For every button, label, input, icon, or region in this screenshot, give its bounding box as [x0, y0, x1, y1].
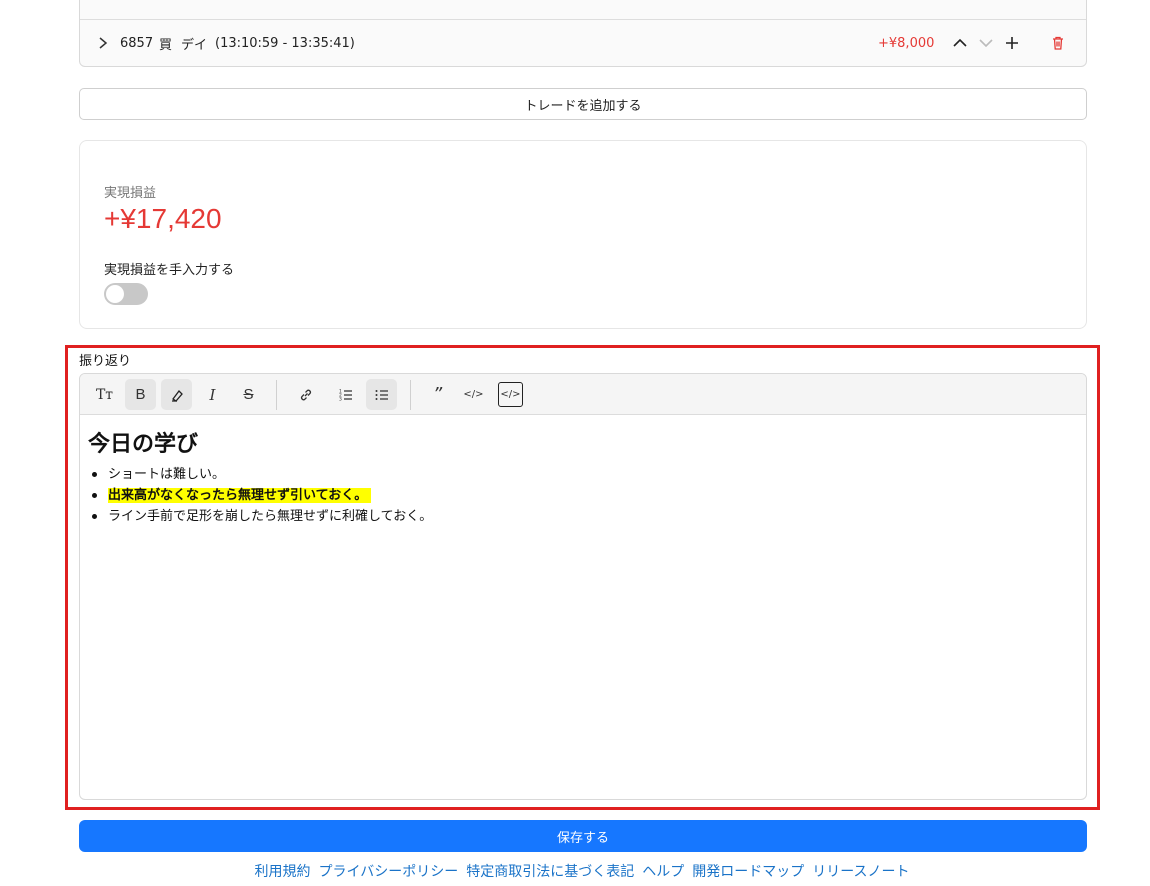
review-list: ショートは難しい。 出来高がなくなったら無理せず引いておく。 ライン手前で足形を…	[88, 464, 1078, 527]
chevron-down-icon[interactable]	[978, 35, 994, 51]
footer-link-commercial-law[interactable]: 特定商取引法に基づく表記	[466, 861, 634, 881]
bullet-list-icon	[375, 389, 388, 400]
toolbar-separator	[410, 380, 411, 410]
trade-pl: +¥8,000	[878, 36, 935, 51]
toolbar-separator	[276, 380, 277, 410]
trade-time: (13:10:59 - 13:35:41)	[215, 36, 355, 51]
bold-icon: B	[135, 386, 146, 403]
editor-toolbar: Tт B I S 123 ” </> </>	[80, 374, 1086, 415]
highlight-button[interactable]	[161, 379, 192, 410]
code-button[interactable]: </>	[458, 379, 489, 410]
trade-type: デイ	[181, 38, 208, 53]
text-size-icon: Tт	[95, 386, 114, 403]
realized-pl-card: 実現損益 +¥17,420 実現損益を手入力する	[79, 140, 1087, 329]
footer-links: 利用規約 プライバシーポリシー 特定商取引法に基づく表記 ヘルプ 開発ロードマッ…	[0, 861, 1150, 881]
realized-pl-value: +¥17,420	[104, 203, 222, 234]
chevron-right-icon[interactable]	[97, 36, 109, 50]
realized-pl-label: 実現損益	[104, 186, 157, 201]
strikethrough-icon: S	[243, 386, 254, 403]
list-item-text: ライン手前で足形を崩したら無理せずに利確しておく。	[108, 509, 433, 524]
list-item: ショートは難しい。	[88, 464, 1078, 485]
bold-button[interactable]: B	[125, 379, 156, 410]
quote-icon: ”	[432, 384, 443, 405]
code-icon: </>	[463, 389, 484, 400]
italic-button[interactable]: I	[197, 379, 228, 410]
manual-input-label: 実現損益を手入力する	[104, 263, 235, 278]
manual-input-toggle[interactable]	[104, 283, 148, 305]
review-heading: 今日の学び	[88, 432, 199, 457]
review-label: 振り返り	[79, 354, 132, 369]
footer-link-release-notes[interactable]: リリースノート	[812, 861, 909, 881]
trade-card: 6857 買 デイ (13:10:59 - 13:35:41) +¥8,000	[79, 0, 1087, 67]
trash-icon[interactable]	[1050, 35, 1066, 51]
ordered-list-button[interactable]: 123	[330, 379, 361, 410]
toggle-knob	[106, 285, 124, 303]
strikethrough-button[interactable]: S	[233, 379, 264, 410]
link-button[interactable]	[290, 379, 321, 410]
list-item: ライン手前で足形を崩したら無理せずに利確しておく。	[88, 506, 1078, 527]
ordered-list-icon: 123	[339, 388, 352, 402]
list-item-text: ショートは難しい。	[108, 467, 226, 482]
trade-row[interactable]: 6857 買 デイ (13:10:59 - 13:35:41) +¥8,000	[80, 20, 1086, 67]
highlighter-icon	[171, 389, 183, 402]
svg-text:3: 3	[339, 396, 342, 402]
bullet-list-button[interactable]	[366, 379, 397, 410]
save-button[interactable]: 保存する	[79, 820, 1087, 852]
link-icon	[300, 389, 311, 400]
code-block-button[interactable]: </>	[498, 382, 523, 407]
footer-link-help[interactable]: ヘルプ	[642, 861, 684, 881]
chevron-up-icon[interactable]	[952, 35, 968, 51]
trade-code: 6857	[120, 36, 154, 51]
text-size-button[interactable]: Tт	[89, 379, 120, 410]
add-trade-button[interactable]: トレードを追加する	[79, 88, 1087, 120]
plus-icon[interactable]	[1004, 35, 1020, 51]
trade-side: 買	[159, 38, 173, 53]
review-editor[interactable]: Tт B I S 123 ” </> </> 今日の学び ショートは難しい。 出…	[79, 373, 1087, 800]
italic-icon: I	[209, 385, 216, 404]
code-block-icon: </>	[500, 389, 521, 400]
footer-link-roadmap[interactable]: 開発ロードマップ	[692, 861, 804, 881]
highlighted-text: 出来高がなくなったら無理せず引いておく。	[108, 488, 372, 503]
quote-button[interactable]: ”	[422, 379, 453, 410]
footer-link-terms[interactable]: 利用規約	[254, 861, 310, 881]
footer-link-privacy[interactable]: プライバシーポリシー	[318, 861, 458, 881]
list-item: 出来高がなくなったら無理せず引いておく。	[88, 485, 1078, 506]
editor-content[interactable]: 今日の学び ショートは難しい。 出来高がなくなったら無理せず引いておく。 ライン…	[88, 426, 1078, 527]
